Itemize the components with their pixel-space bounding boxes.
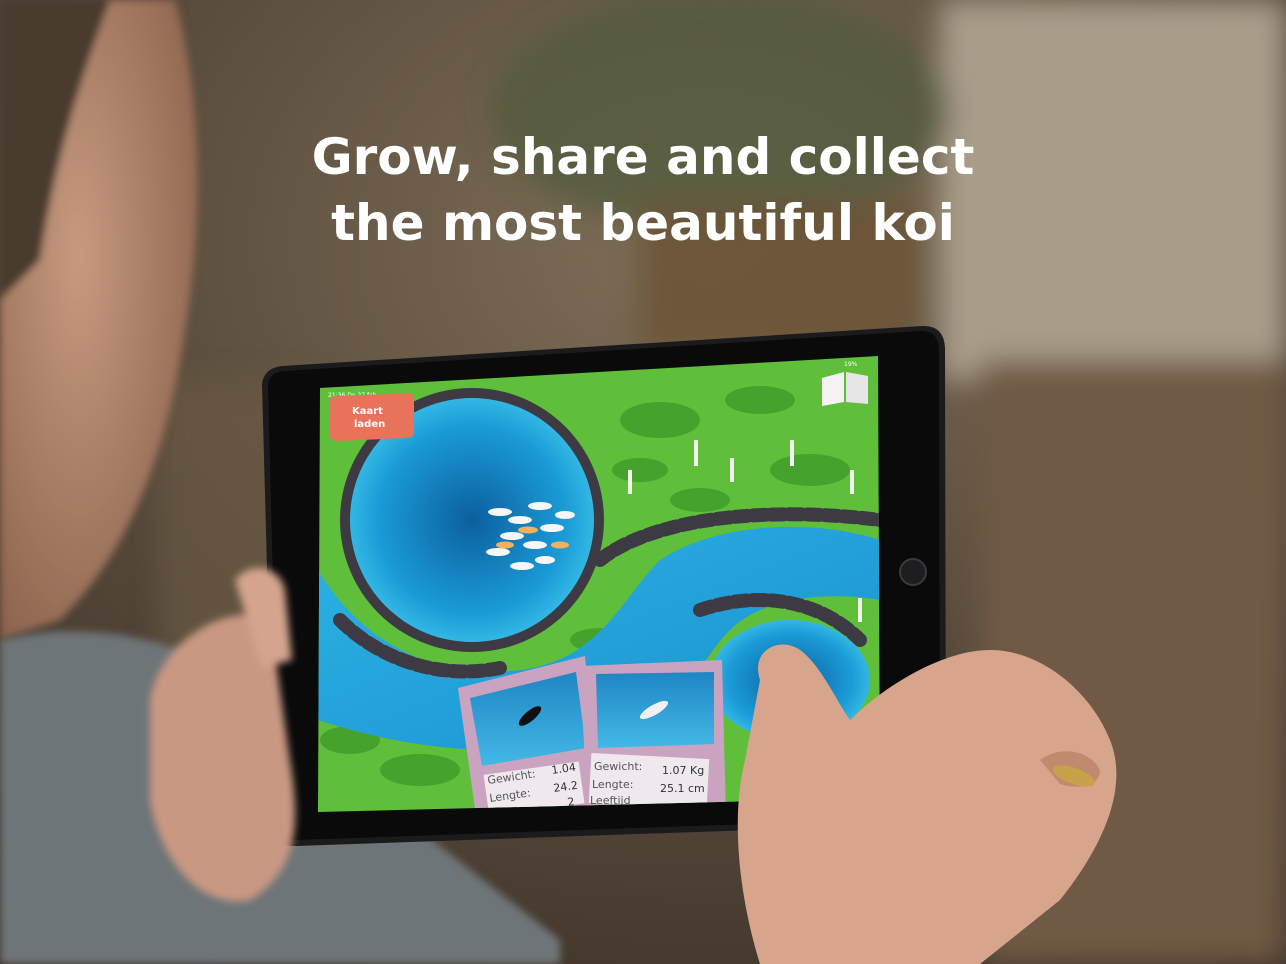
card2-weight-label: Gewicht: xyxy=(594,760,642,773)
home-button xyxy=(899,558,927,586)
load-card-label-1: Kaart xyxy=(352,406,383,417)
photo-scene: Gewicht: 1.04 Lengte: 24.2 2 Gewicht: 1.… xyxy=(0,0,1286,964)
load-card-button[interactable]: Kaart laden xyxy=(330,393,414,441)
koi-card-2: Gewicht: 1.07 Kg Lengte: 25.1 cm Leeftij… xyxy=(580,660,726,812)
card2-length-value: 25.1 cm xyxy=(660,782,705,795)
card2-weight-value: 1.07 Kg xyxy=(662,764,704,777)
headline-line-1: Grow, share and collect xyxy=(312,128,975,186)
load-card-label-2: laden xyxy=(354,419,385,430)
status-battery: 19% xyxy=(844,361,858,368)
card2-length-label: Lengte: xyxy=(592,778,633,791)
headline-line-2: the most beautiful koi xyxy=(331,194,955,252)
